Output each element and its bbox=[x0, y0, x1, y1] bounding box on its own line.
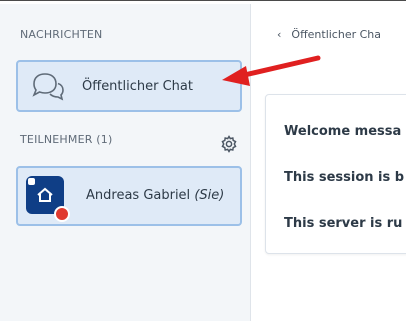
participant-item[interactable]: Andreas Gabriel (Sie) bbox=[16, 166, 242, 226]
participants-section-title: TEILNEHMER (1) bbox=[20, 133, 113, 146]
annotation-arrow-icon bbox=[222, 55, 321, 86]
home-icon bbox=[37, 187, 53, 202]
participant-name-text: Andreas Gabriel bbox=[86, 188, 191, 203]
gear-icon[interactable] bbox=[220, 135, 238, 153]
message-line: This server is ru bbox=[284, 216, 403, 231]
message-line: This session is b bbox=[284, 170, 405, 185]
public-chat-label: Öffentlicher Chat bbox=[82, 79, 193, 94]
you-tag: (Sie) bbox=[194, 188, 225, 203]
chat-bubbles-icon bbox=[32, 73, 64, 101]
messages-section-title: NACHRICHTEN bbox=[20, 28, 103, 41]
message-line: Welcome messa bbox=[284, 124, 402, 139]
participant-name: Andreas Gabriel (Sie) bbox=[86, 188, 224, 203]
status-badge bbox=[54, 206, 70, 222]
